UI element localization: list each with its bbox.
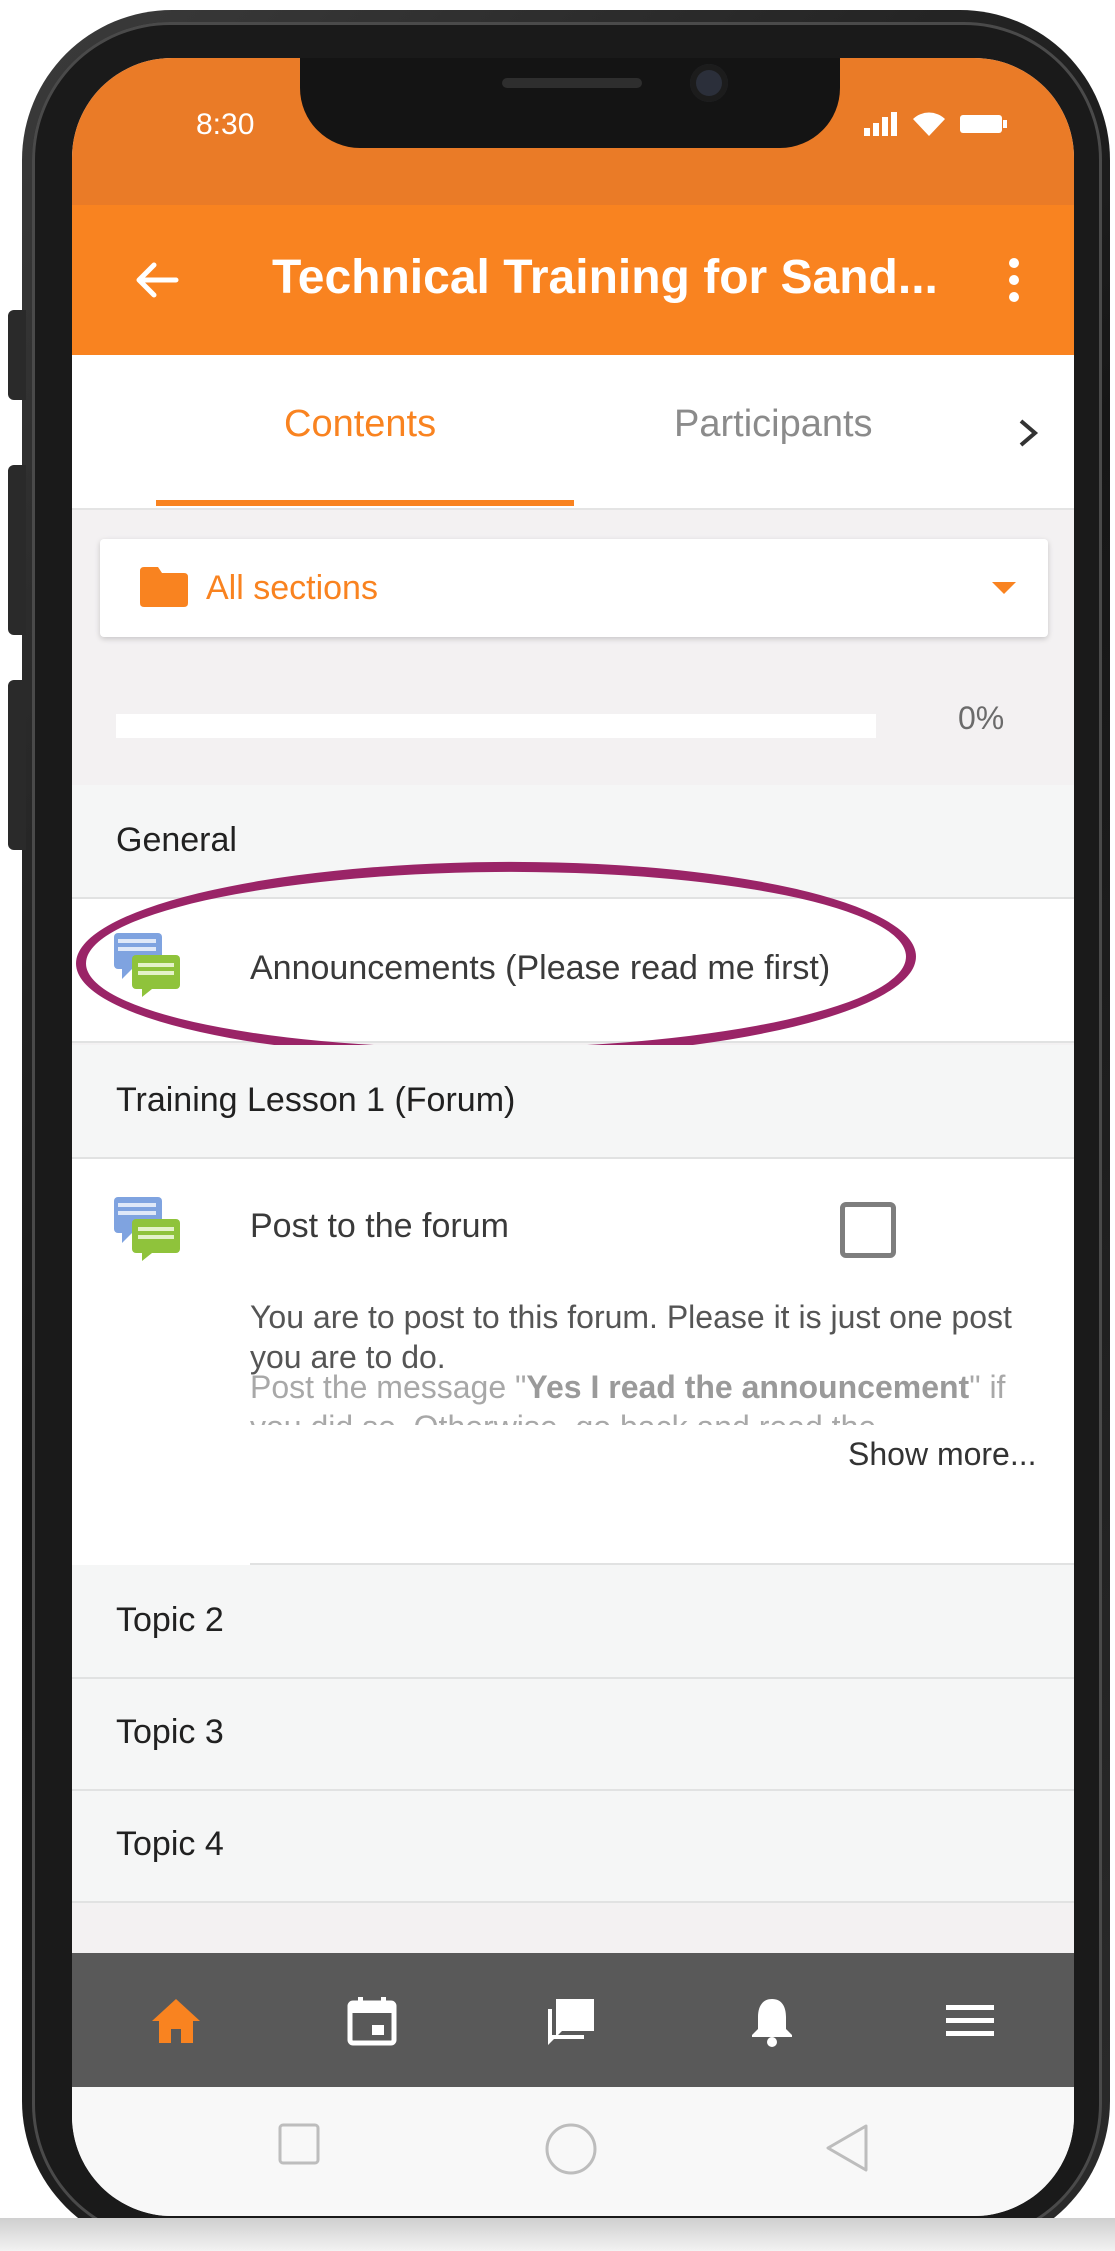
sections-select[interactable]: All sections — [100, 539, 1048, 637]
list-item-post-to-forum[interactable]: Post to the forum You are to post to thi… — [72, 1159, 1074, 1565]
folder-icon — [140, 567, 188, 607]
status-icons — [864, 110, 1008, 138]
section-title: Topic 3 — [116, 1713, 224, 1751]
status-bar: 8:30 — [72, 58, 1074, 205]
sections-select-value: All sections — [206, 569, 378, 607]
active-tab-indicator — [156, 500, 574, 506]
page-title: Technical Training for Sand... — [272, 251, 938, 304]
phone-shadow — [0, 2218, 1115, 2251]
tab-participants[interactable]: Participants — [674, 403, 873, 446]
menu-icon[interactable] — [942, 1993, 998, 2049]
bell-icon[interactable] — [744, 1993, 800, 2049]
dropdown-caret-icon — [992, 582, 1016, 594]
tab-contents[interactable]: Contents — [284, 403, 436, 446]
side-button — [8, 680, 26, 850]
camera-notch — [300, 58, 840, 148]
app-toolbar: Technical Training for Sand... — [72, 205, 1074, 355]
more-vertical-icon[interactable] — [1004, 255, 1024, 305]
course-progress-bar — [116, 714, 876, 738]
section-title: Topic 2 — [116, 1601, 224, 1639]
item-description-more: Post the message "Yes I read the announc… — [250, 1367, 1050, 1425]
speaker-grille — [502, 78, 642, 88]
section-header-lesson1[interactable]: Training Lesson 1 (Forum) — [72, 1045, 1074, 1159]
front-camera — [690, 64, 728, 102]
arrow-left-icon[interactable] — [132, 255, 182, 305]
section-title: Training Lesson 1 (Forum) — [116, 1081, 516, 1119]
item-name: Post to the forum — [250, 1207, 509, 1245]
section-title: General — [116, 821, 237, 859]
section-header-topic2[interactable]: Topic 2 — [72, 1565, 1074, 1679]
side-button — [8, 310, 26, 400]
app-screen: 8:30 Technical Training for Sand... Cont… — [72, 58, 1074, 2216]
bottom-navigation — [72, 1953, 1074, 2087]
recent-apps-icon[interactable] — [277, 2122, 321, 2166]
description-bold-text: Yes I read the announcement — [526, 1369, 970, 1405]
show-more-link[interactable]: Show more... — [848, 1436, 1037, 1473]
section-header-topic4[interactable]: Topic 4 — [72, 1791, 1074, 1903]
wifi-icon — [913, 112, 945, 136]
home-icon[interactable] — [148, 1993, 204, 2049]
item-description: You are to post to this forum. Please it… — [250, 1299, 1012, 1375]
description-text: Post the message " — [250, 1369, 527, 1405]
course-tabs: Contents Participants — [72, 355, 1074, 510]
system-navigation-bar — [72, 2087, 1074, 2216]
status-time: 8:30 — [196, 108, 255, 141]
signal-icon — [864, 112, 897, 136]
home-circle-icon[interactable] — [544, 2122, 598, 2176]
battery-icon — [960, 115, 1007, 133]
forum-icon — [114, 1197, 180, 1261]
section-title: Topic 4 — [116, 1825, 224, 1863]
chat-icon[interactable] — [544, 1993, 600, 2049]
side-button — [8, 465, 26, 635]
calendar-icon[interactable] — [344, 1993, 400, 2049]
progress-label: 0% — [958, 700, 1005, 736]
chevron-right-icon[interactable] — [1016, 417, 1040, 449]
completion-checkbox[interactable] — [840, 1202, 896, 1258]
back-triangle-icon[interactable] — [824, 2122, 870, 2174]
section-header-topic3[interactable]: Topic 3 — [72, 1679, 1074, 1791]
